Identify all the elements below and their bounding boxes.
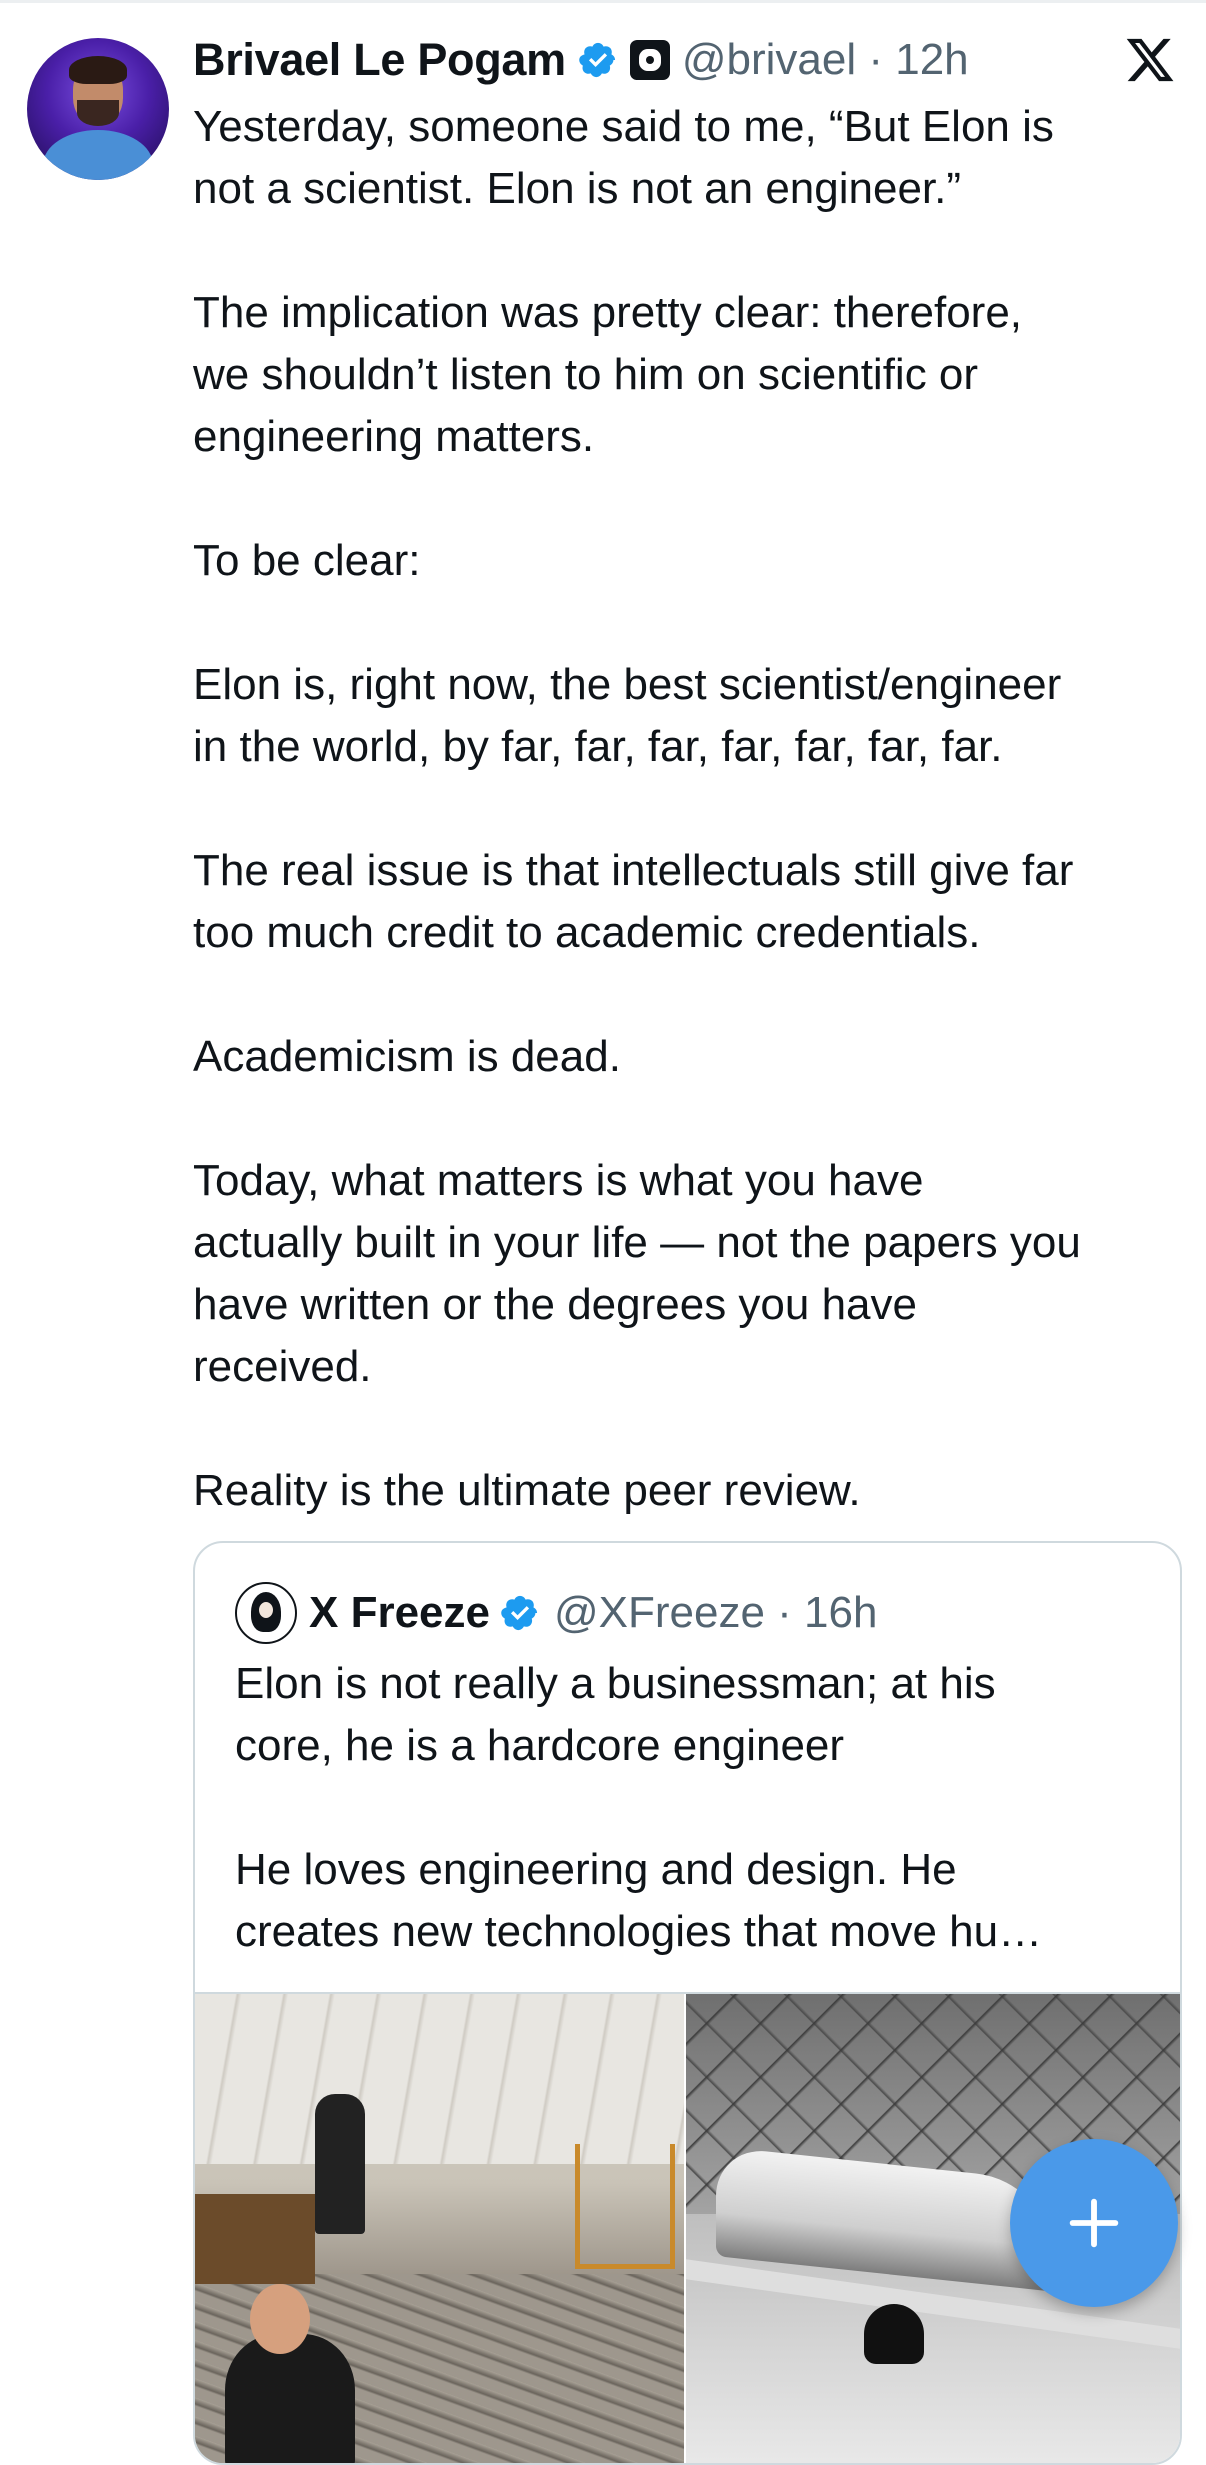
quoted-author-name[interactable]: X Freeze bbox=[309, 1588, 490, 1638]
workshop-photo[interactable] bbox=[195, 1994, 684, 2463]
quoted-post-header: X Freeze @XFreeze · 16h bbox=[235, 1582, 877, 1644]
verified-badge-icon bbox=[501, 1595, 538, 1631]
quoted-post-text: Elon is not really a businessman; at his… bbox=[235, 1659, 1043, 1956]
post-text: Yesterday, someone said to me, “But Elon… bbox=[193, 102, 1081, 1515]
verified-badge-icon bbox=[579, 42, 615, 78]
author-handle-time[interactable]: @brivael · 12h bbox=[682, 35, 969, 85]
plus-icon bbox=[1069, 2198, 1119, 2248]
top-divider bbox=[0, 0, 1206, 3]
post-header: Brivael Le Pogam @brivael · 12h bbox=[193, 30, 969, 90]
compose-button[interactable] bbox=[1010, 2139, 1178, 2307]
quoted-author-handle-time[interactable]: @XFreeze · 16h bbox=[554, 1588, 877, 1638]
author-avatar[interactable] bbox=[27, 38, 169, 180]
affiliate-logo-icon[interactable] bbox=[629, 40, 670, 80]
x-logo-icon[interactable] bbox=[1124, 34, 1176, 86]
quoted-post-card[interactable]: X Freeze @XFreeze · 16h Elon is not real… bbox=[193, 1541, 1182, 2465]
quoted-author-avatar[interactable] bbox=[235, 1582, 297, 1644]
author-name[interactable]: Brivael Le Pogam bbox=[193, 34, 566, 86]
